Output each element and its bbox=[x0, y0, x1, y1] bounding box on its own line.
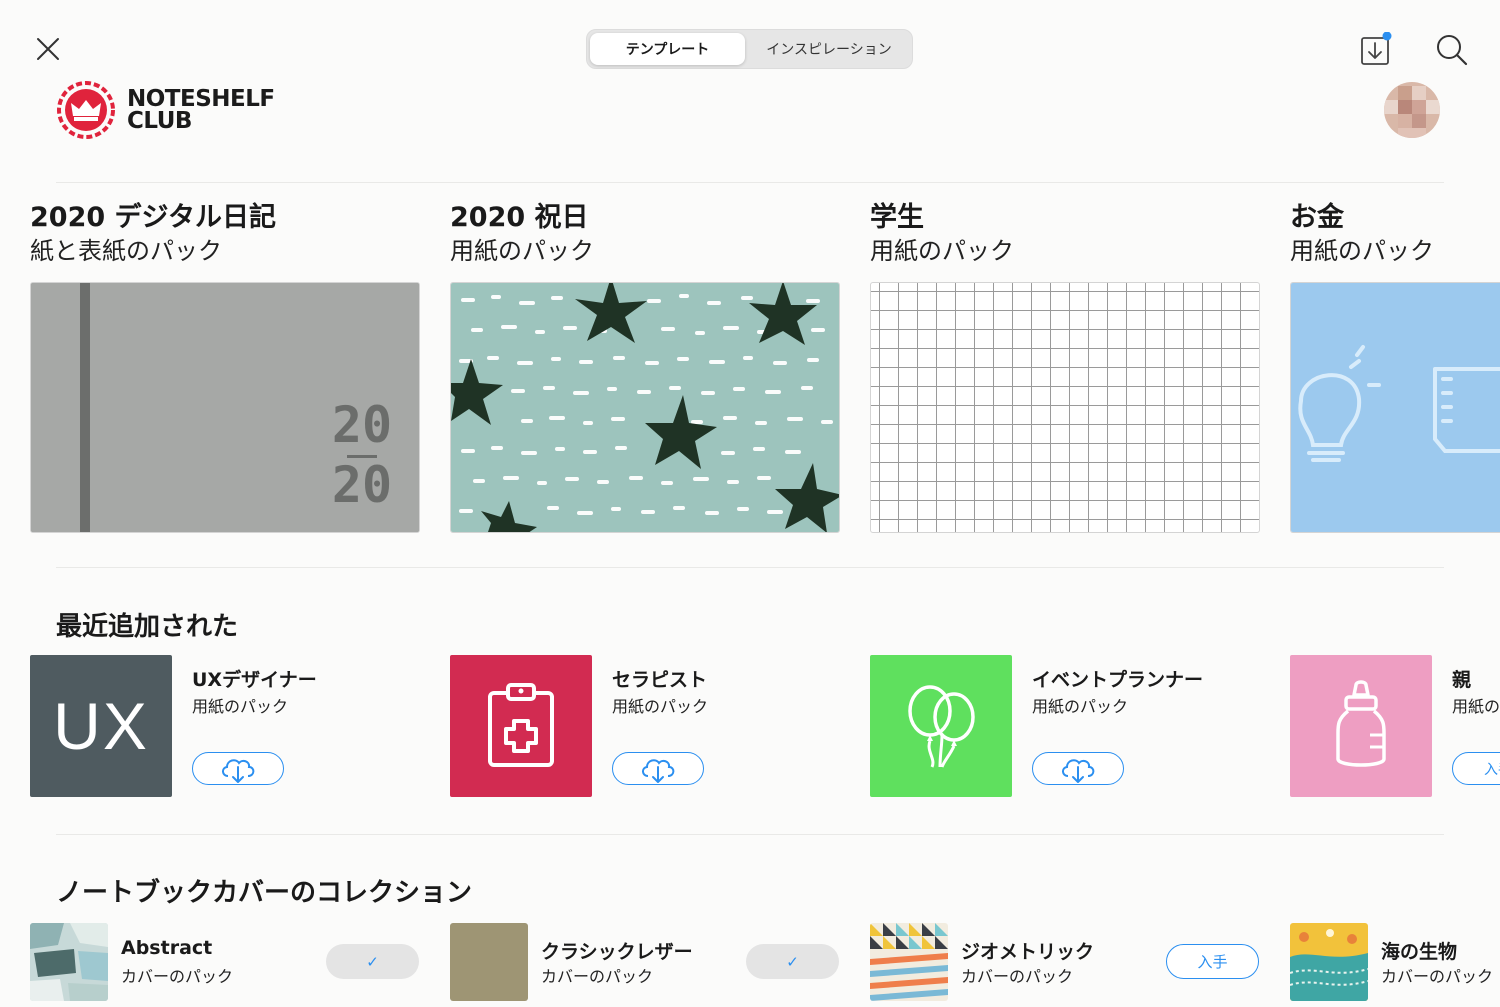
featured-pack-holidays[interactable]: 2020 祝日 用紙のパック bbox=[450, 200, 842, 533]
ux-tile-text: UX bbox=[53, 689, 149, 763]
grid-paper-art bbox=[870, 282, 1260, 533]
recent-item-name: UXデザイナー bbox=[192, 669, 317, 691]
noteshelf-club-logo bbox=[56, 80, 116, 140]
clipboard-icon bbox=[488, 683, 554, 767]
avatar-image bbox=[1384, 82, 1440, 138]
cover-name: Abstract bbox=[121, 937, 213, 959]
pack-title: お金 bbox=[1290, 202, 1344, 233]
owned-check-button[interactable]: ✓ bbox=[746, 944, 839, 979]
segment-templates[interactable]: テンプレート bbox=[590, 33, 745, 65]
recent-item-name: 親 bbox=[1452, 669, 1472, 691]
cover-item-geometric: ジオメトリック カバーのパック 入手 bbox=[870, 923, 1280, 1001]
cover-name: クラシックレザー bbox=[541, 941, 693, 963]
diary-cover-art: 20 20 bbox=[30, 282, 420, 533]
featured-pack-diary[interactable]: 2020 デジタル日記 紙と表紙のパック 20 20 bbox=[30, 200, 422, 533]
cloud-download-icon bbox=[222, 758, 255, 783]
year-label-bottom: 20 bbox=[331, 456, 393, 514]
get-button[interactable]: 入手 bbox=[1452, 752, 1500, 785]
download-button[interactable] bbox=[612, 752, 704, 785]
money-pack-art bbox=[1290, 282, 1500, 533]
cover-name: ジオメトリック bbox=[961, 941, 1095, 963]
search-button[interactable] bbox=[1435, 33, 1469, 67]
pack-subtitle: 用紙のパック bbox=[870, 237, 1014, 265]
year-label-top: 20 bbox=[331, 396, 393, 454]
owned-check-button[interactable]: ✓ bbox=[326, 944, 419, 979]
divider bbox=[56, 182, 1444, 183]
baby-bottle-icon bbox=[1336, 680, 1386, 767]
recent-item-subtitle: 用紙のパック bbox=[192, 697, 289, 716]
cover-subtitle: カバーのパック bbox=[121, 967, 234, 986]
download-button[interactable] bbox=[192, 752, 284, 785]
cover-thumbnail[interactable] bbox=[870, 923, 948, 1001]
crown-icon bbox=[57, 81, 115, 139]
sea-creatures-cover-art bbox=[1290, 923, 1368, 1001]
cover-subtitle: カバーのパック bbox=[541, 967, 654, 986]
pack-title: 2020 祝日 bbox=[450, 202, 589, 233]
abstract-cover-art bbox=[30, 923, 108, 1001]
cover-subtitle: カバーのパック bbox=[1381, 967, 1494, 986]
brand-name: NOTESHELF CLUB bbox=[127, 86, 275, 134]
featured-pack-money[interactable]: お金 用紙のパック bbox=[1290, 200, 1500, 533]
cover-item-abstract: Abstract カバーのパック ✓ bbox=[30, 923, 440, 1001]
geometric-cover-art bbox=[870, 923, 948, 1001]
recent-item-name: セラピスト bbox=[612, 669, 708, 691]
cover-item-classic-leather: クラシックレザー カバーのパック ✓ bbox=[450, 923, 860, 1001]
recent-tile[interactable] bbox=[1290, 655, 1432, 797]
brand-line-1: NOTESHELF bbox=[127, 86, 275, 112]
divider bbox=[56, 834, 1444, 835]
recent-tile[interactable]: UX bbox=[30, 655, 172, 797]
close-icon bbox=[37, 38, 59, 60]
cover-item-sea-creatures: 海の生物 カバーのパック bbox=[1290, 923, 1500, 1001]
download-button[interactable] bbox=[1032, 752, 1124, 785]
section-title-recent: 最近追加された bbox=[56, 612, 239, 642]
stars-pattern-graphic bbox=[451, 283, 839, 532]
segment-inspiration[interactable]: インスピレーション bbox=[747, 33, 911, 65]
pack-subtitle: 用紙のパック bbox=[450, 237, 594, 265]
segmented-control: テンプレート インスピレーション bbox=[586, 29, 913, 69]
recent-item-parent: 親 用紙のパック 入手 bbox=[1290, 655, 1500, 800]
get-button[interactable]: 入手 bbox=[1166, 944, 1259, 979]
featured-pack-student[interactable]: 学生 用紙のパック bbox=[870, 200, 1262, 533]
download-tray-icon bbox=[1361, 31, 1392, 65]
notification-dot bbox=[1382, 31, 1392, 41]
section-title-covers: ノートブックカバーのコレクション bbox=[56, 878, 473, 908]
stars-pattern-art bbox=[450, 282, 840, 533]
close-button[interactable] bbox=[34, 35, 62, 63]
year-divider bbox=[347, 455, 377, 458]
downloads-button[interactable] bbox=[1358, 31, 1394, 68]
divider bbox=[56, 567, 1444, 568]
search-icon bbox=[1437, 35, 1468, 66]
recent-item-subtitle: 用紙のパック bbox=[1032, 697, 1129, 716]
brand-line-2: CLUB bbox=[127, 108, 192, 134]
cover-subtitle: カバーのパック bbox=[961, 967, 1074, 986]
recent-item-subtitle: 用紙のパック bbox=[1452, 697, 1500, 716]
cover-thumbnail[interactable] bbox=[30, 923, 108, 1001]
pack-subtitle: 紙と表紙のパック bbox=[30, 237, 222, 265]
cover-name: 海の生物 bbox=[1381, 941, 1458, 963]
avatar[interactable] bbox=[1384, 82, 1440, 138]
pack-subtitle: 用紙のパック bbox=[1290, 237, 1434, 265]
recent-tile[interactable] bbox=[450, 655, 592, 797]
year-label: 20 20 bbox=[327, 395, 397, 515]
recent-tile[interactable] bbox=[870, 655, 1012, 797]
recent-item-name: イベントプランナー bbox=[1032, 669, 1204, 691]
cover-thumbnail[interactable] bbox=[1290, 923, 1368, 1001]
pack-title: 学生 bbox=[870, 202, 924, 233]
balloons-icon bbox=[908, 685, 975, 768]
recent-item-subtitle: 用紙のパック bbox=[612, 697, 709, 716]
pack-title: 2020 デジタル日記 bbox=[30, 202, 277, 233]
money-pack-graphic bbox=[1291, 283, 1500, 532]
cloud-download-icon bbox=[642, 758, 675, 783]
cover-thumbnail[interactable] bbox=[450, 923, 528, 1001]
cloud-download-icon bbox=[1062, 758, 1095, 783]
